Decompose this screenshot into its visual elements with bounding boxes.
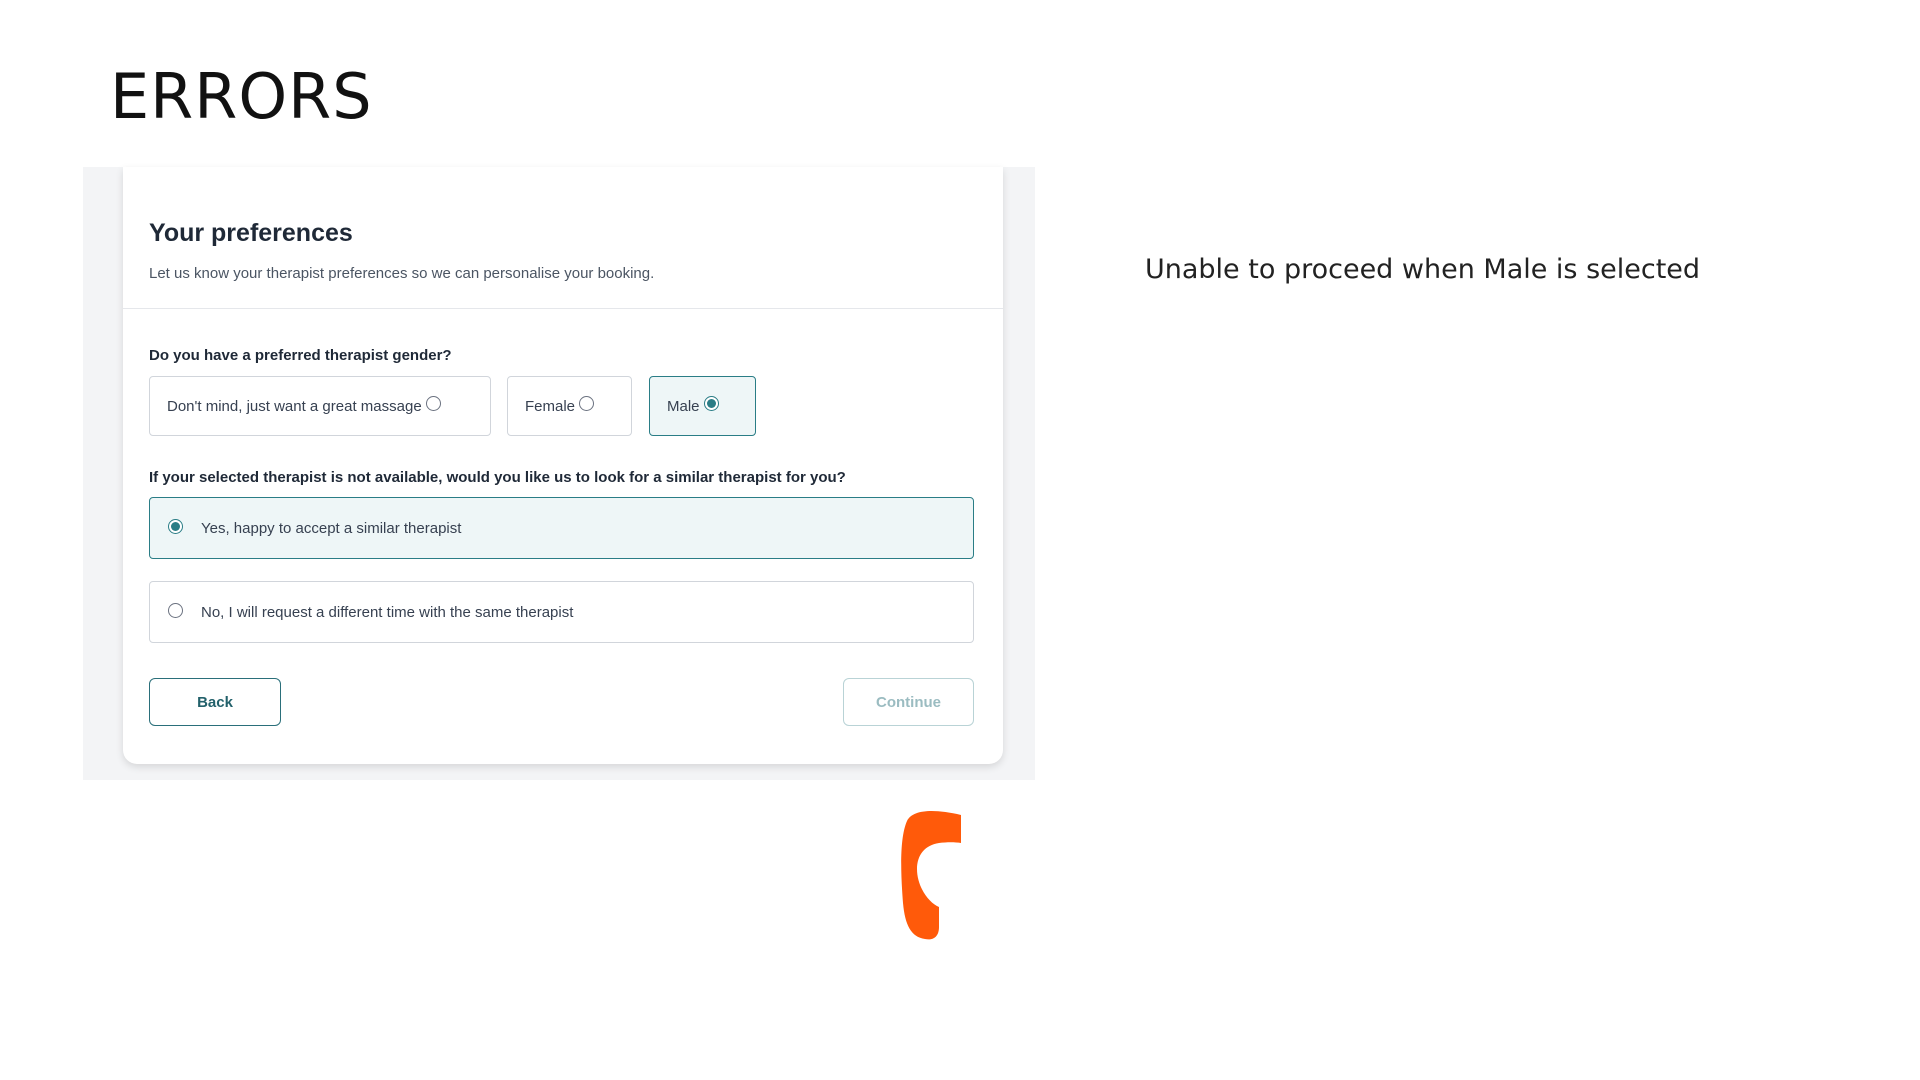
gender-question: Do you have a preferred therapist gender… [149,347,452,364]
back-button[interactable]: Back [149,678,281,726]
preferences-card: Your preferences Let us know your therap… [123,167,1003,764]
gender-option-male[interactable]: Male [649,376,756,436]
availability-similar-radio[interactable] [168,518,183,534]
availability-option-similar-label: Yes, happy to accept a similar therapist [201,519,462,537]
page-title: Your preferences [149,219,353,247]
gender-female-radio[interactable] [579,395,595,411]
error-annotation: Unable to proceed when Male is selected [1145,254,1701,285]
page-subtitle: Let us know your therapist preferences s… [149,265,655,282]
gender-option-female-label: Female [525,397,576,415]
gender-option-any[interactable]: Don't mind, just want a great massage [149,376,491,436]
availability-question: If your selected therapist is not availa… [149,469,846,486]
slide-title: ERRORS [110,60,373,133]
gender-male-radio[interactable] [703,395,719,411]
annotation-scribble [901,811,961,940]
gender-any-radio[interactable] [425,395,441,411]
availability-option-same-label: No, I will request a different time with… [201,603,574,621]
continue-button[interactable]: Continue [843,678,974,726]
form-screenshot: Your preferences Let us know your therap… [83,167,1035,940]
gender-option-female[interactable]: Female [507,376,632,436]
scribble-mark [901,811,961,940]
availability-option-similar[interactable]: Yes, happy to accept a similar therapist [149,497,974,559]
availability-same-radio[interactable] [168,602,183,618]
availability-option-same[interactable]: No, I will request a different time with… [149,581,974,643]
card-header: Your preferences Let us know your therap… [123,167,1003,309]
gender-option-male-label: Male [667,397,700,415]
gender-option-any-label: Don't mind, just want a great massage [167,397,422,415]
